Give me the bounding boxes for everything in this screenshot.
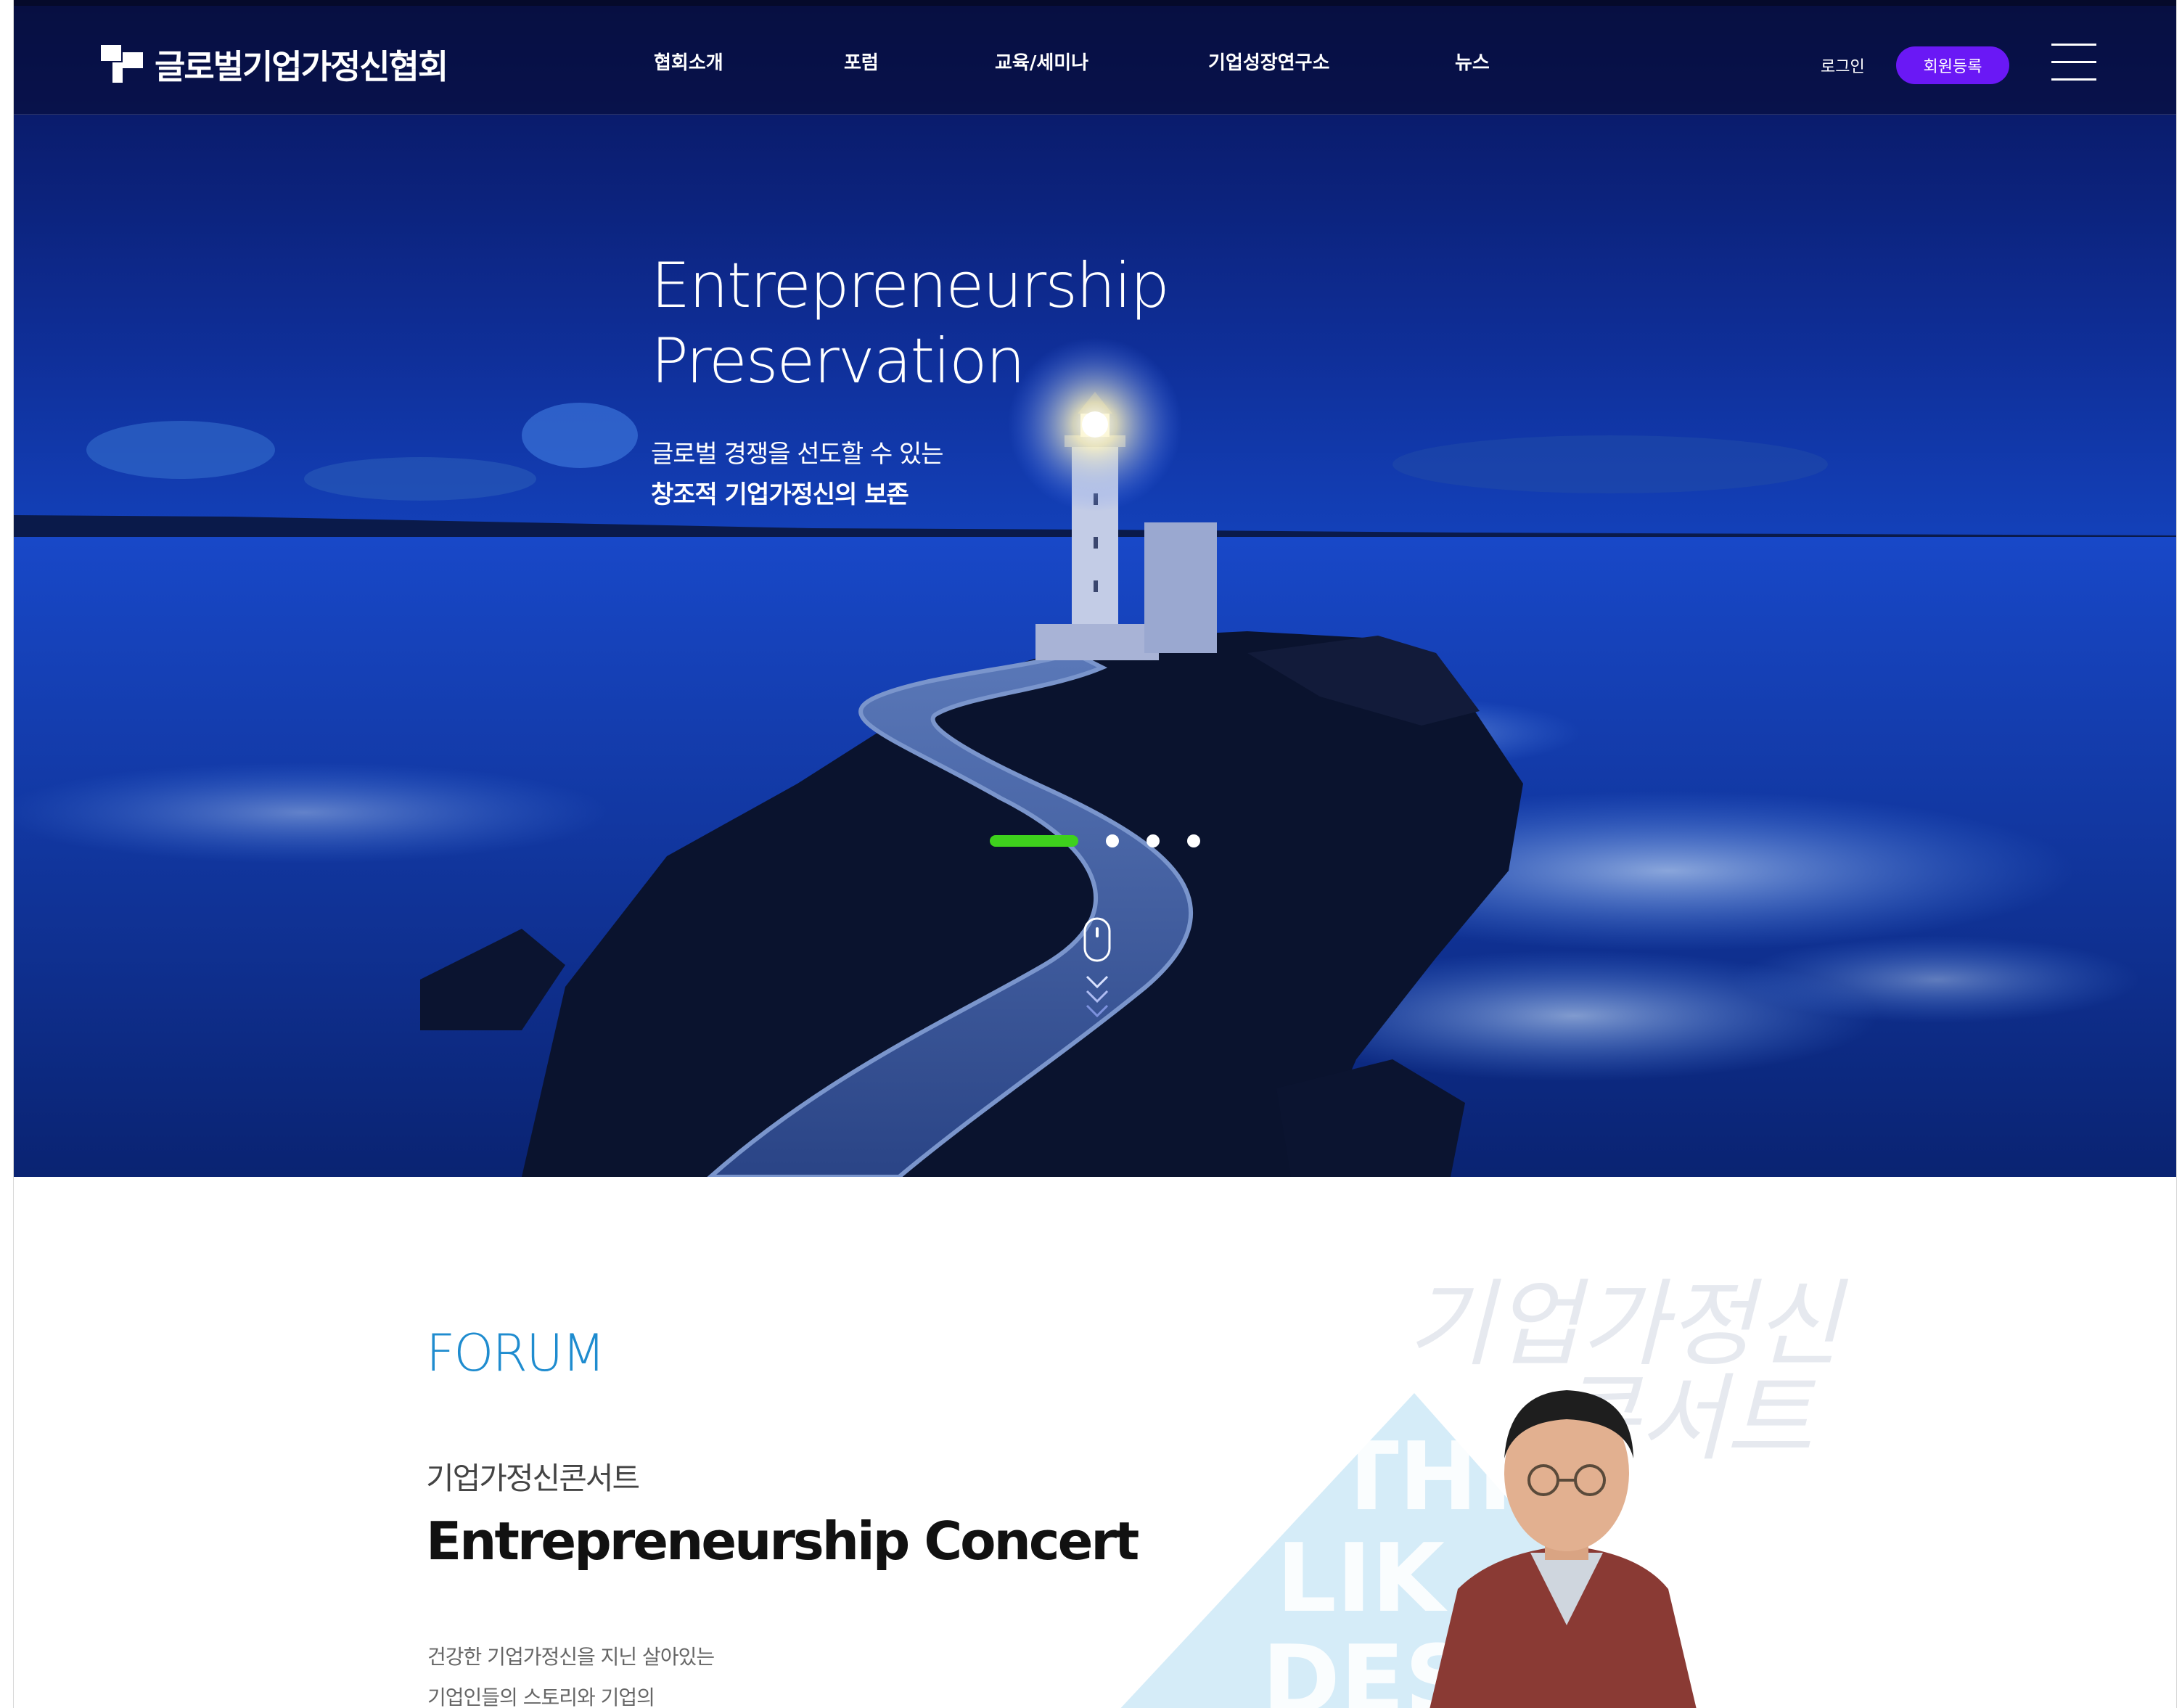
pager-dot-4[interactable] (1187, 834, 1200, 847)
slide-pager (990, 833, 1228, 849)
page-frame: 글로벌기업가정신협회 협회소개 포럼 교육/세미나 기업성장연구소 뉴스 로그인… (13, 0, 2177, 1708)
forum-description-line1: 건강한 기업가정신을 지닌 살아있는 (427, 1645, 715, 1669)
nav-item-forum[interactable]: 포럼 (844, 48, 879, 75)
hero-title: Entrepreneurship Preservation (651, 248, 1304, 399)
forum-title-korean: 기업가정신콘서트 (426, 1461, 640, 1496)
poster-text-2: LIK (1276, 1523, 1448, 1633)
hero-title-line2: Preservation (651, 325, 1025, 398)
nav-item-news[interactable]: 뉴스 (1455, 48, 1490, 75)
forum-section-label: FORUM (426, 1323, 606, 1383)
nav-item-about[interactable]: 협회소개 (654, 48, 723, 75)
mouse-scroll-icon[interactable] (1082, 916, 1112, 1025)
pager-active-bar[interactable] (990, 835, 1078, 847)
register-button[interactable]: 회원등록 (1896, 46, 2009, 84)
hero-title-line1: Entrepreneurship (651, 250, 1170, 322)
forum-visual-image: 기업가정신 콘서트 THI LIK DES (1117, 1248, 1988, 1708)
nav-item-education[interactable]: 교육/세미나 (995, 48, 1088, 75)
pager-dot-3[interactable] (1147, 834, 1160, 847)
hamburger-menu-icon[interactable] (2051, 44, 2096, 84)
hero-section: 글로벌기업가정신협회 협회소개 포럼 교육/세미나 기업성장연구소 뉴스 로그인… (14, 0, 2176, 1177)
login-link[interactable]: 로그인 (1821, 54, 1865, 77)
site-header: 글로벌기업가정신협회 협회소개 포럼 교육/세미나 기업성장연구소 뉴스 로그인… (14, 0, 2176, 115)
logo-mark-icon (101, 45, 144, 84)
forum-description-line2: 기업인들의 스토리와 기업의 (427, 1686, 655, 1708)
poster-text-1: THI (1334, 1421, 1513, 1532)
pager-dot-2[interactable] (1106, 834, 1119, 847)
hero-subtitle-line2: 창조적 기업가정신의 보존 (651, 480, 909, 509)
nav-item-research[interactable]: 기업성장연구소 (1208, 48, 1329, 75)
logo-text: 글로벌기업가정신협회 (155, 47, 448, 86)
hero-subtitle-line1: 글로벌 경쟁을 선도할 수 있는 (651, 440, 944, 469)
site-logo[interactable]: 글로벌기업가정신협회 (101, 41, 448, 89)
forum-title-english: Entrepreneurship Concert (426, 1511, 1139, 1572)
